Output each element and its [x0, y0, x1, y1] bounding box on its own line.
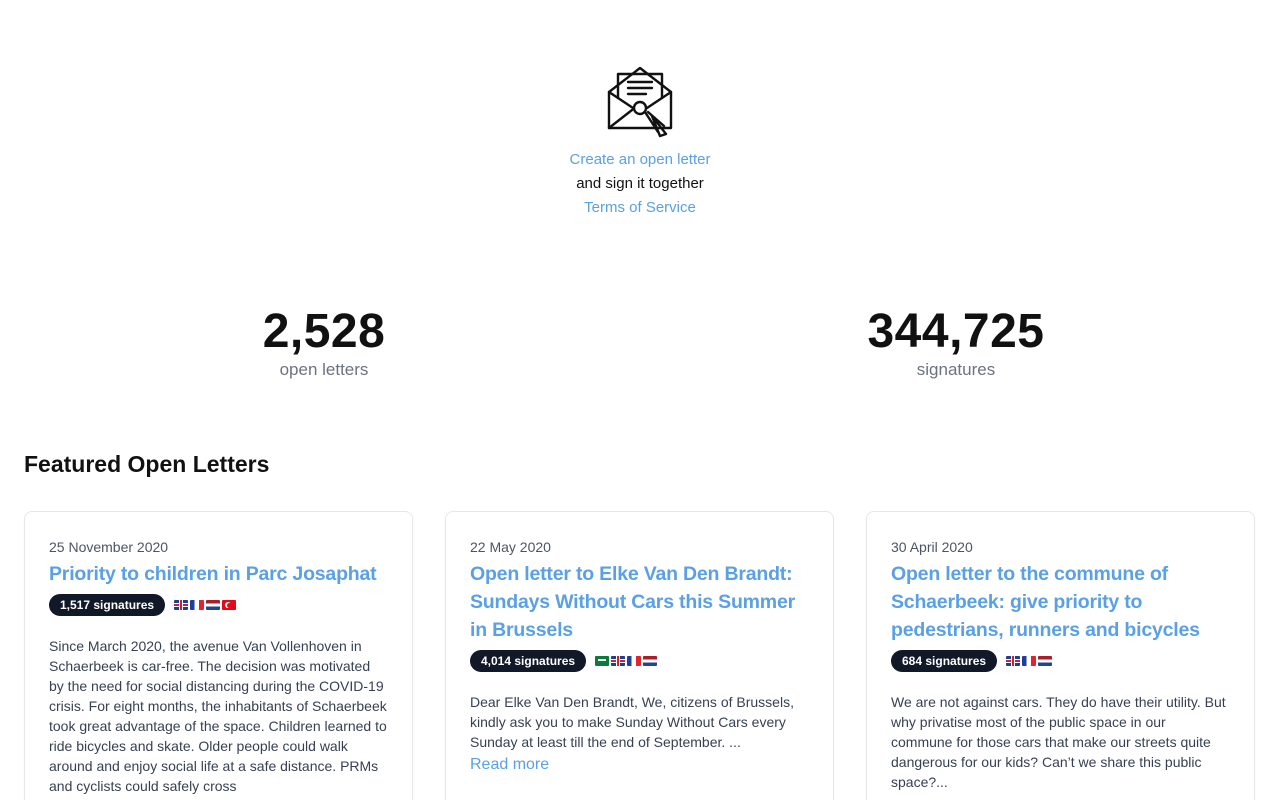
- flag-gb-icon[interactable]: [174, 600, 189, 610]
- letter-excerpt: We are not against cars. They do have th…: [891, 694, 1226, 790]
- letter-excerpt: Since March 2020, the avenue Van Vollenh…: [49, 638, 387, 794]
- signature-count-badge: 4,014 signatures: [470, 650, 587, 672]
- flag-fr-icon[interactable]: [627, 656, 642, 666]
- flag-sa-icon[interactable]: [595, 656, 610, 666]
- open-letters-stat: 2,528 open letters: [124, 304, 524, 380]
- language-flags: [174, 600, 237, 610]
- flag-fr-icon[interactable]: [190, 600, 205, 610]
- letter-meta: 684 signatures: [891, 650, 1230, 672]
- letter-date: 30 April 2020: [891, 539, 973, 555]
- letter-date: 25 November 2020: [49, 539, 169, 555]
- letter-excerpt: Dear Elke Van Den Brandt, We, citizens o…: [470, 694, 794, 750]
- flag-gb-icon[interactable]: [1006, 656, 1021, 666]
- featured-letter-card: 22 May 2020 Open letter to Elke Van Den …: [445, 511, 834, 800]
- flag-tr-icon[interactable]: [222, 600, 237, 610]
- featured-section-title: Featured Open Letters: [24, 451, 270, 477]
- letter-meta: 4,014 signatures: [470, 650, 809, 672]
- featured-letter-card: 25 November 2020 Priority to children in…: [24, 511, 413, 800]
- signatures-count: 344,725: [867, 305, 1045, 358]
- letter-title-link[interactable]: Open letter to Elke Van Den Brandt: Sund…: [470, 560, 809, 644]
- letter-meta: 1,517 signatures: [49, 594, 388, 616]
- flag-gb-icon[interactable]: [611, 656, 626, 666]
- flag-nl-icon[interactable]: [1038, 656, 1053, 666]
- letter-title-link[interactable]: Priority to children in Parc Josaphat: [49, 560, 388, 588]
- signature-count-badge: 684 signatures: [891, 650, 998, 672]
- open-letters-count: 2,528: [262, 305, 386, 358]
- hero-subtitle: and sign it together: [576, 175, 704, 192]
- language-flags: [1006, 656, 1053, 666]
- terms-of-service-link[interactable]: Terms of Service: [0, 196, 1280, 220]
- signatures-stat: 344,725 signatures: [756, 304, 1156, 380]
- language-flags: [595, 656, 658, 666]
- read-more-link[interactable]: Read more: [470, 754, 809, 776]
- open-letters-label: open letters: [279, 360, 369, 379]
- flag-fr-icon[interactable]: [1022, 656, 1037, 666]
- signatures-label: signatures: [916, 360, 996, 379]
- letter-title-link[interactable]: Open letter to the commune of Schaerbeek…: [891, 560, 1230, 644]
- featured-letter-card: 30 April 2020 Open letter to the commune…: [866, 511, 1255, 800]
- create-open-letter-link[interactable]: Create an open letter: [0, 148, 1280, 172]
- hero-section: Create an open letter and sign it togeth…: [0, 62, 1280, 220]
- signature-count-badge: 1,517 signatures: [49, 594, 166, 616]
- envelope-letter-icon: [607, 66, 673, 138]
- letter-date: 22 May 2020: [470, 539, 551, 555]
- flag-nl-icon[interactable]: [643, 656, 658, 666]
- flag-nl-icon[interactable]: [206, 600, 221, 610]
